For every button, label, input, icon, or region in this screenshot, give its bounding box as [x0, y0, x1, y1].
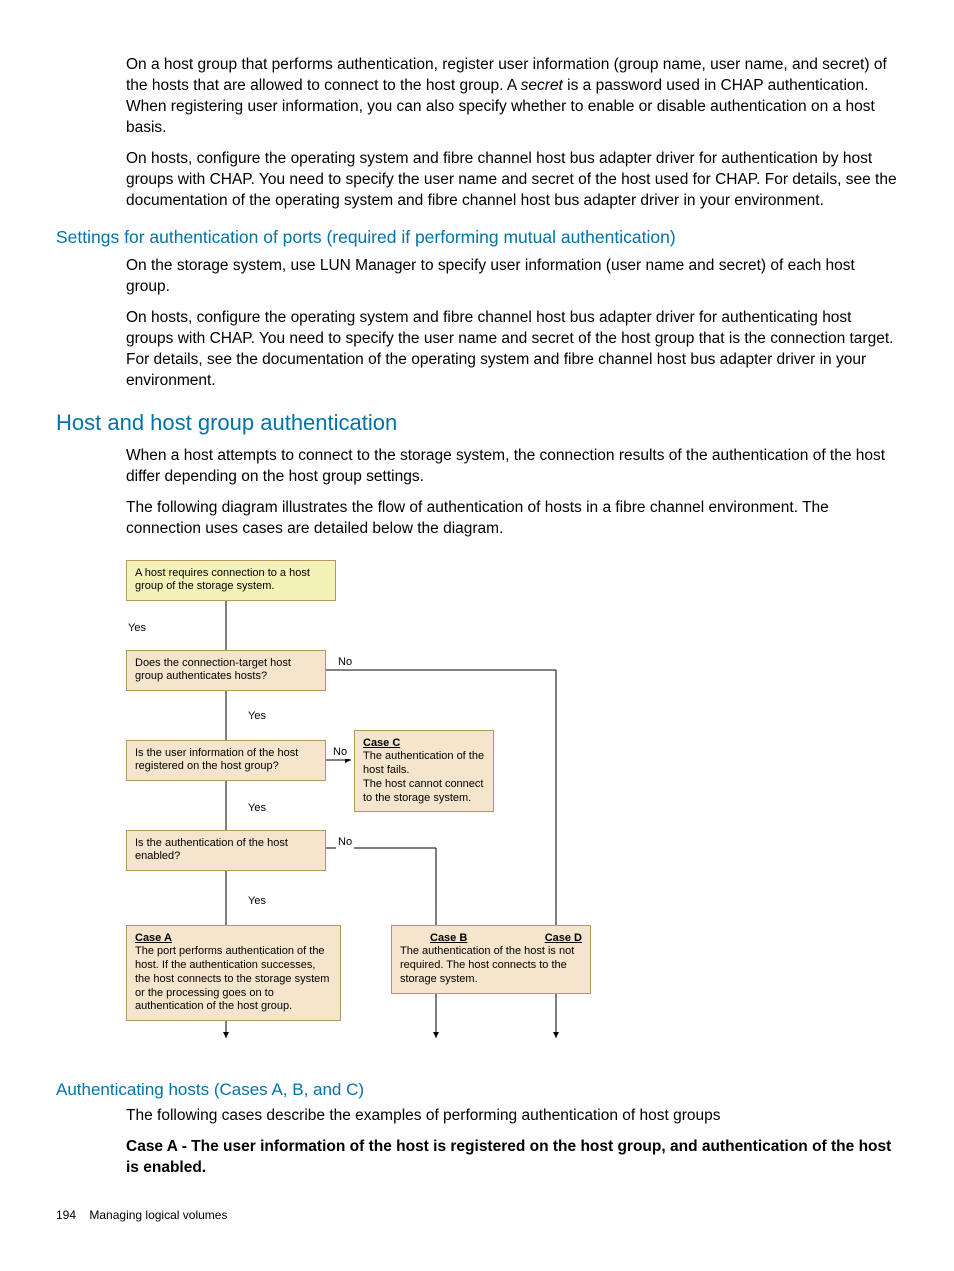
page-footer: 194 Managing logical volumes — [56, 1208, 898, 1222]
paragraph: When a host attempts to connect to the s… — [126, 446, 898, 488]
flowchart-case-title: Case D — [545, 932, 582, 946]
flowchart-text: A host requires connection to a host gro… — [135, 567, 310, 593]
footer-title: Managing logical volumes — [89, 1208, 227, 1222]
page-number: 194 — [56, 1208, 76, 1222]
subheading-settings: Settings for authentication of ports (re… — [56, 227, 898, 248]
flowchart-label-yes: Yes — [126, 622, 148, 636]
flowchart-diagram: A host requires connection to a host gro… — [126, 560, 606, 1060]
flowchart-question-box: Is the user information of the host regi… — [126, 740, 326, 782]
flowchart-question-box: Is the authentication of the host enable… — [126, 830, 326, 872]
paragraph-bold: Case A - The user information of the hos… — [126, 1137, 898, 1179]
flowchart-start-box: A host requires connection to a host gro… — [126, 560, 336, 602]
flowchart-text: The authentication of the host fails. Th… — [363, 750, 484, 803]
paragraph: On hosts, configure the operating system… — [126, 308, 898, 392]
flowchart-text: The authentication of the host is not re… — [400, 945, 574, 985]
flowchart-question-box: Does the connection-target host group au… — [126, 650, 326, 692]
flowchart-case-title: Case A — [135, 932, 172, 944]
paragraph: On hosts, configure the operating system… — [126, 149, 898, 212]
flowchart-label-yes: Yes — [246, 710, 268, 724]
flowchart-case-title: Case B — [430, 932, 467, 946]
flowchart-text: Is the user information of the host regi… — [135, 747, 298, 773]
flowchart-label-no: No — [336, 836, 354, 850]
flowchart-case-c-box: Case C The authentication of the host fa… — [354, 730, 494, 813]
flowchart-label-no: No — [331, 746, 349, 760]
italic-term: secret — [521, 77, 563, 94]
flowchart-text: Does the connection-target host group au… — [135, 657, 291, 683]
flowchart-label-yes: Yes — [246, 802, 268, 816]
paragraph: On a host group that performs authentica… — [126, 55, 898, 139]
flowchart-case-title: Case C — [363, 737, 400, 749]
heading-host-auth: Host and host group authentication — [56, 410, 898, 436]
paragraph: The following cases describe the example… — [126, 1106, 898, 1127]
flowchart-case-bd-box: Case B Case D The authentication of the … — [391, 925, 591, 994]
flowchart-text: The port performs authentication of the … — [135, 945, 329, 1012]
paragraph: On the storage system, use LUN Manager t… — [126, 256, 898, 298]
subheading-auth-hosts: Authenticating hosts (Cases A, B, and C) — [56, 1080, 898, 1100]
flowchart-label-yes: Yes — [246, 895, 268, 909]
paragraph: The following diagram illustrates the fl… — [126, 498, 898, 540]
flowchart-case-a-box: Case A The port performs authentication … — [126, 925, 341, 1022]
flowchart-label-no: No — [336, 656, 354, 670]
flowchart-text: Is the authentication of the host enable… — [135, 837, 288, 863]
